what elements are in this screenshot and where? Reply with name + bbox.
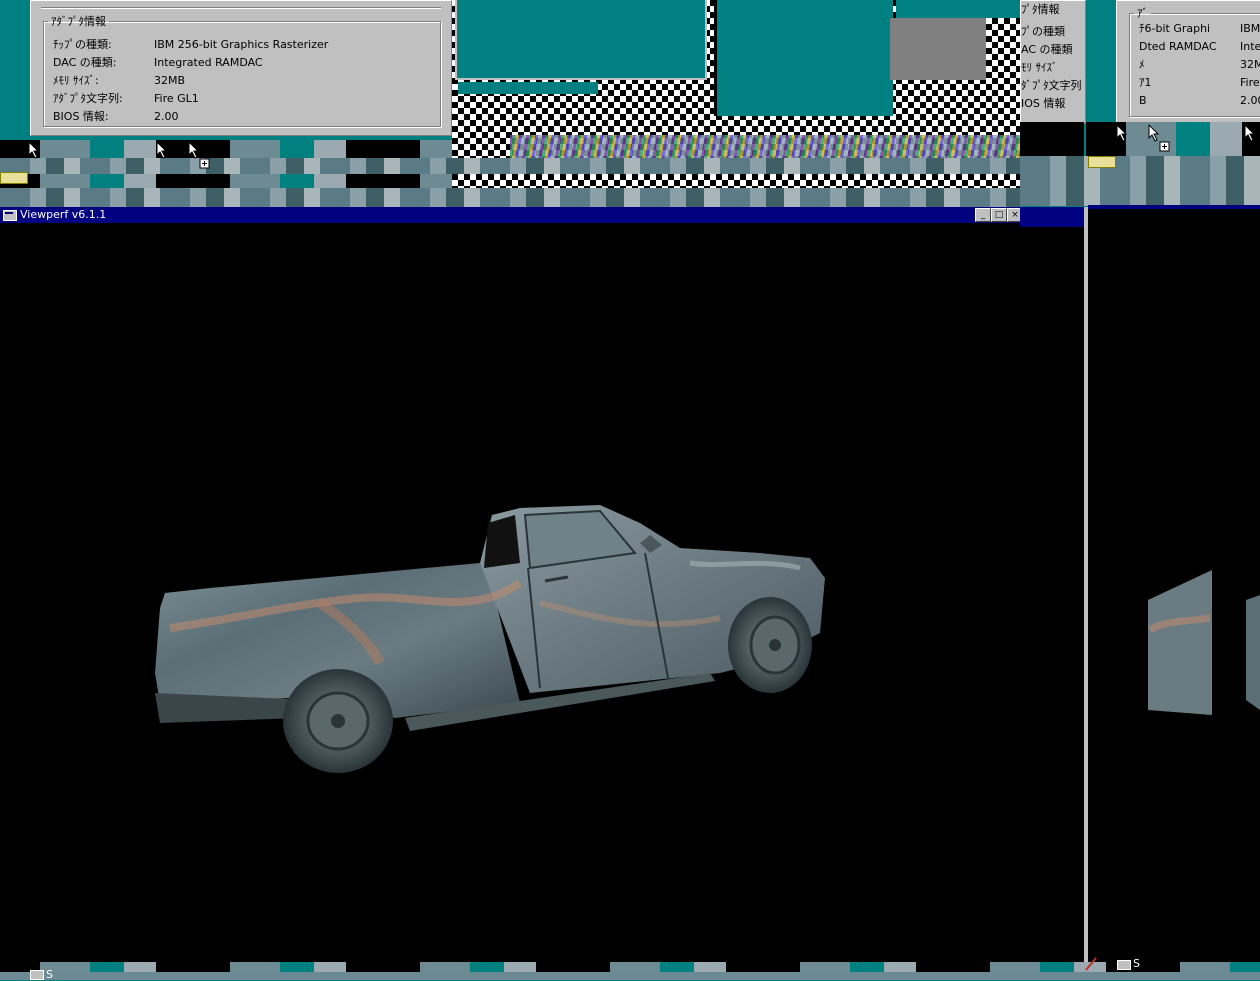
- info-label: ﾁｯﾌﾟの種類:: [53, 38, 112, 51]
- teal-ghost-strip: [896, 0, 1020, 18]
- ghost-taskbar-base: [0, 972, 1260, 980]
- viewperf-titlebar[interactable]: Viewperf v6.1.1 _ □ ×: [0, 207, 1023, 223]
- front-wheel: [728, 597, 812, 693]
- ghost-adapter-panel-mid: ﾌﾟﾀ情報 ﾌﾟの種類 AC の種類 ﾓﾘ ｻｲｽﾞ ﾀﾞﾌﾟﾀ文字列 IOS …: [1020, 0, 1086, 124]
- ghost-value: Inte: [1240, 40, 1260, 53]
- info-label: ｱﾀﾞﾌﾟﾀ文字列:: [53, 92, 123, 105]
- corrupted-strip-row-2: [0, 158, 1020, 174]
- yellow-ghost-icon: [0, 172, 28, 184]
- right-black-strip: [1020, 122, 1084, 158]
- ghost-group-title: ｱﾞ: [1137, 7, 1148, 20]
- arrow-cursor-icon: [1244, 124, 1256, 142]
- gray-ghost-block: [890, 18, 986, 80]
- arrow-cursor-icon: [156, 141, 168, 159]
- ghost-label: AC の種類: [1021, 43, 1073, 56]
- ghost-value: IBM: [1240, 22, 1260, 35]
- teal-ghost-window-1: [455, 0, 707, 80]
- yellow-ghost-icon: [1088, 156, 1116, 168]
- taskbar-ghost-icon: [30, 970, 44, 980]
- minimize-button[interactable]: _: [975, 208, 991, 222]
- arrow-cursor-icon: [1148, 124, 1170, 152]
- duplicate-titlebar: [1088, 205, 1260, 209]
- corrupted-strip-row-3: [0, 174, 452, 188]
- right-corrupted-strip-2: [1086, 122, 1260, 156]
- rear-wheel: [283, 669, 393, 773]
- viewperf-window: Viewperf v6.1.1 _ □ ×: [0, 207, 1023, 980]
- maximize-button[interactable]: □: [991, 208, 1007, 222]
- info-label: DAC の種類:: [53, 56, 117, 69]
- info-value: IBM 256-bit Graphics Rasterizer: [154, 38, 329, 51]
- adapter-properties-panel: ｱﾀﾞﾌﾟﾀ情報 ﾁｯﾌﾟの種類: IBM 256-bit Graphics R…: [30, 0, 452, 136]
- render-viewport[interactable]: [0, 223, 1020, 980]
- info-value: Fire GL1: [154, 92, 199, 105]
- ghost-label: ﾓﾘ ｻｲｽﾞ: [1021, 61, 1058, 74]
- taskbar-ghost-label: S: [1133, 957, 1140, 970]
- corrupted-strip-row-4: [0, 188, 1020, 207]
- taskbar-ghost-icon: [1117, 960, 1131, 970]
- ghost-label: ﾀﾞﾌﾟﾀ文字列: [1021, 79, 1082, 92]
- ghost-label: ｱ1: [1139, 76, 1152, 89]
- ghost-adapter-panel-right: ｱﾞ ﾁ6-bit Graphi IBM Dted RAMDAC Inte ﾒ …: [1116, 0, 1260, 124]
- ghost-label: B: [1139, 94, 1147, 107]
- teal-ghost-window-1-shadow: [458, 82, 598, 94]
- corrupted-strip-row-1: [0, 140, 452, 158]
- ghost-label: Dted RAMDAC: [1139, 40, 1217, 53]
- arrow-cursor-icon: [1116, 124, 1128, 142]
- info-label: ﾒﾓﾘ ｻｲｽﾞ:: [53, 74, 99, 87]
- info-value: 2.00: [154, 110, 179, 123]
- right-corrupted-strip: [1020, 156, 1260, 206]
- ghost-label: IOS 情報: [1021, 97, 1066, 110]
- info-value: 32MB: [154, 74, 186, 87]
- panel-top-edge: [41, 1, 441, 8]
- duplicate-truck-fragment: [1148, 570, 1260, 715]
- window-app-icon[interactable]: [3, 210, 17, 221]
- duplicate-window-border: [1020, 207, 1088, 227]
- teal-ghost-window-2: [714, 0, 893, 116]
- arrow-cursor-icon: [28, 141, 40, 159]
- ghost-value: 2.00: [1240, 94, 1260, 107]
- ghost-label: ﾌﾟの種類: [1021, 25, 1065, 38]
- ghost-value: 32M: [1240, 58, 1260, 71]
- info-label: BIOS 情報:: [53, 110, 109, 123]
- ghost-label: ﾒ: [1139, 58, 1145, 71]
- ghost-value: Fire: [1240, 76, 1260, 89]
- black-fill-right: [1020, 227, 1084, 962]
- ghost-label: ﾁ6-bit Graphi: [1139, 22, 1211, 35]
- pickup-truck-model: [155, 505, 825, 773]
- info-value: Integrated RAMDAC: [154, 56, 263, 69]
- adapter-info-title: ｱﾀﾞﾌﾟﾀ情報: [51, 15, 106, 28]
- arrow-cursor-icon: [188, 141, 210, 169]
- window-title: Viewperf v6.1.1: [20, 208, 107, 221]
- taskbar-ghost-label: S: [46, 968, 53, 981]
- ghost-group-title: ﾌﾟﾀ情報: [1021, 3, 1060, 16]
